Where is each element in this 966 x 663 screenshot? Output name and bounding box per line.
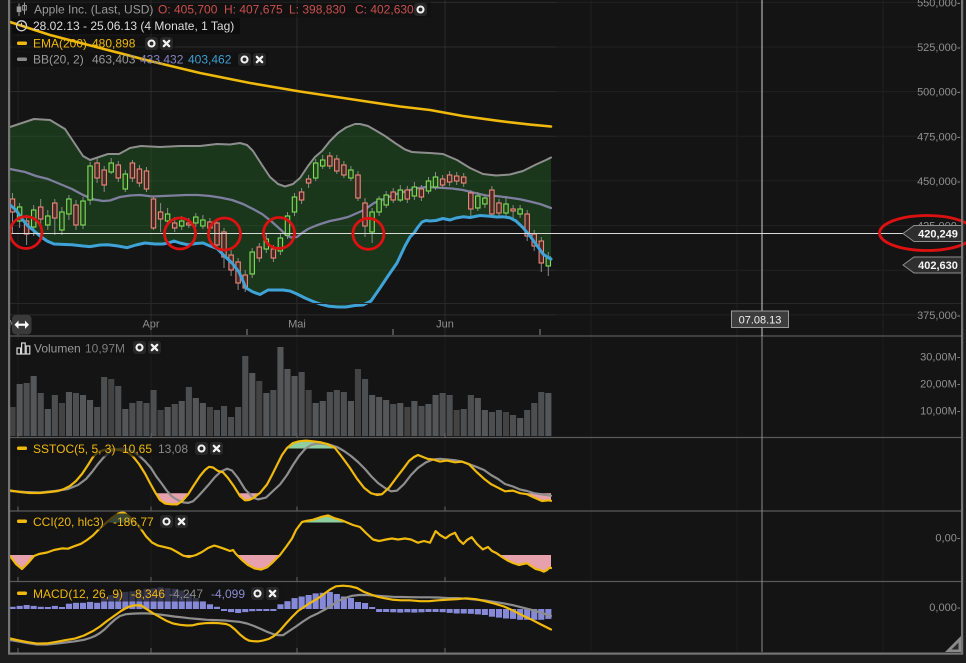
- svg-text:450,000-: 450,000-: [917, 176, 961, 188]
- svg-text:10,00M-: 10,00M-: [920, 406, 961, 418]
- svg-text:Volumen: Volumen: [34, 342, 81, 356]
- svg-text:433,432: 433,432: [140, 53, 184, 67]
- svg-text:500,000-: 500,000-: [917, 87, 961, 99]
- svg-text:CCI(20, hlc3): CCI(20, hlc3): [33, 515, 104, 529]
- svg-text:MACD(12, 26, 9): MACD(12, 26, 9): [33, 587, 123, 601]
- svg-text:L: 398,830: L: 398,830: [289, 3, 346, 17]
- svg-text:402,630: 402,630: [918, 260, 958, 272]
- svg-text:O: 405,700: O: 405,700: [158, 3, 218, 17]
- svg-text:Apple Inc. (Last, USD): Apple Inc. (Last, USD): [34, 3, 153, 17]
- svg-text:C: 402,630: C: 402,630: [355, 3, 414, 17]
- svg-text:10,97M: 10,97M: [85, 342, 125, 356]
- svg-text:Apr: Apr: [142, 319, 159, 331]
- svg-text:10,65: 10,65: [122, 442, 152, 456]
- svg-text:475,000-: 475,000-: [917, 131, 961, 143]
- svg-text:SSTOC(5, 5, 3): SSTOC(5, 5, 3): [33, 442, 115, 456]
- svg-text:-4,247: -4,247: [169, 587, 203, 601]
- svg-text:525,000-: 525,000-: [917, 42, 961, 54]
- svg-text:H: 407,675: H: 407,675: [224, 3, 283, 17]
- svg-text:0,00-: 0,00-: [935, 533, 960, 545]
- svg-text:-8,346: -8,346: [131, 587, 165, 601]
- svg-text:07.08.13: 07.08.13: [739, 315, 782, 327]
- svg-text:-4,099: -4,099: [211, 587, 245, 601]
- svg-text:20,00M-: 20,00M-: [920, 379, 961, 391]
- svg-text:550,000-: 550,000-: [917, 0, 961, 9]
- svg-text:-186,77: -186,77: [113, 515, 154, 529]
- svg-text:403,462: 403,462: [188, 53, 232, 67]
- svg-text:Jun: Jun: [436, 319, 454, 331]
- svg-text:420,249: 420,249: [918, 229, 958, 241]
- svg-text:28.02.13 - 25.06.13 (4 Monate,: 28.02.13 - 25.06.13 (4 Monate, 1 Tag): [33, 19, 234, 33]
- svg-text:13,08: 13,08: [158, 442, 188, 456]
- svg-text:0,000-: 0,000-: [929, 602, 961, 614]
- svg-text:Mai: Mai: [288, 319, 306, 331]
- svg-text:EMA(200): EMA(200): [33, 37, 87, 51]
- svg-text:375,000-: 375,000-: [917, 310, 961, 322]
- svg-text:BB(20, 2): BB(20, 2): [33, 53, 84, 67]
- svg-text:463,403: 463,403: [92, 53, 136, 67]
- svg-text:480,898: 480,898: [92, 37, 136, 51]
- svg-text:30,00M-: 30,00M-: [920, 351, 961, 363]
